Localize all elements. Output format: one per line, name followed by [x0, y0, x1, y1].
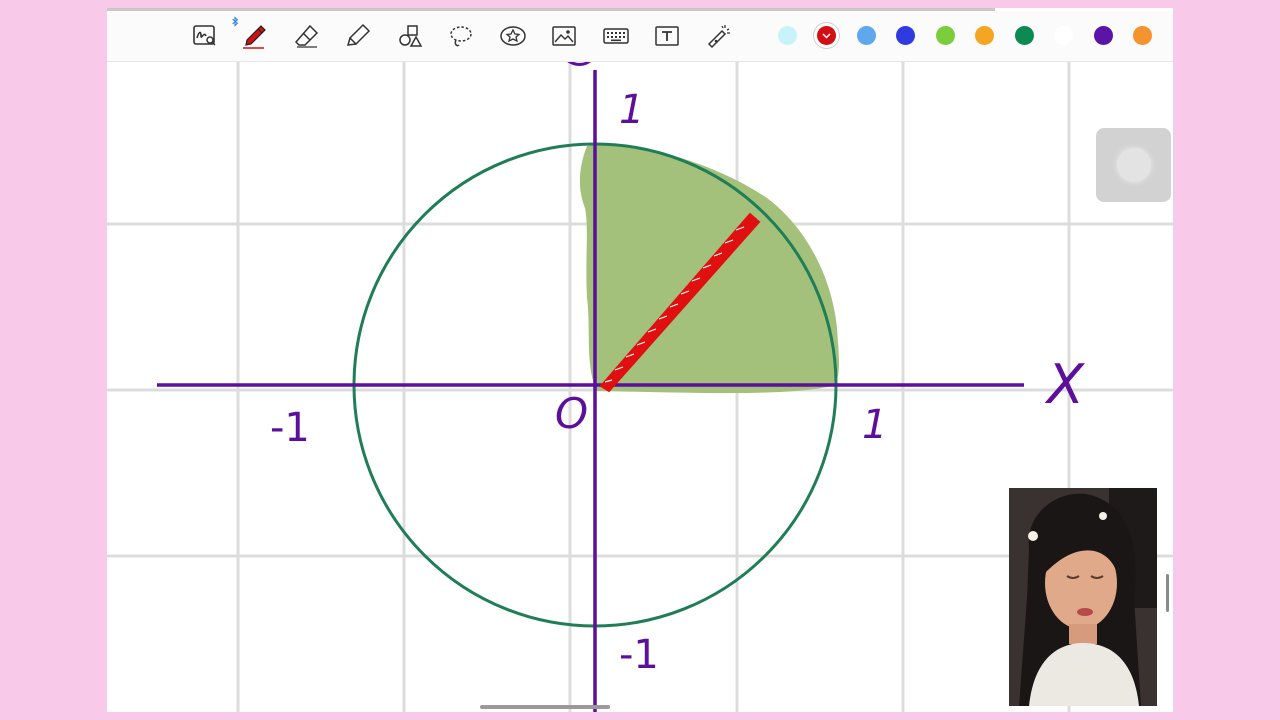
- color-swatch-red[interactable]: [817, 26, 836, 45]
- label-y-bottom: -1: [619, 632, 659, 678]
- eraser-tool-icon: [294, 24, 319, 48]
- drawing-toolbar: [107, 11, 1173, 62]
- home-indicator-bar[interactable]: [480, 705, 610, 709]
- label-x-axis: X: [1044, 353, 1085, 416]
- presenter-portrait-image: [1009, 488, 1157, 706]
- shapes-tool-button[interactable]: [395, 21, 425, 51]
- sticker-tool-button[interactable]: [498, 21, 528, 51]
- floating-button-dot-icon: [1116, 148, 1151, 182]
- highlighter-tool-button[interactable]: [343, 21, 373, 51]
- handwriting-search-tool-button[interactable]: [190, 21, 220, 51]
- vertical-scrollbar-thumb[interactable]: [1166, 574, 1169, 612]
- color-swatch-dark-green[interactable]: [1015, 26, 1034, 45]
- color-swatch-white[interactable]: [1054, 26, 1073, 45]
- note-app: 1 -1 -1 1 O X: [107, 8, 1173, 712]
- chevron-down-icon: [817, 26, 836, 45]
- color-swatch-light-cyan[interactable]: [778, 26, 797, 45]
- label-x-left: -1: [270, 405, 310, 451]
- color-swatch-purple[interactable]: [1094, 26, 1113, 45]
- keyboard-tool-icon: [603, 28, 629, 44]
- pen-tool-icon: [243, 25, 266, 49]
- text-tool-icon: [655, 26, 679, 46]
- color-swatch-blue[interactable]: [896, 26, 915, 45]
- shapes-tool-icon: [399, 25, 423, 47]
- image-tool-icon: [552, 26, 576, 46]
- bluetooth-indicator: [230, 15, 240, 27]
- laser-pointer-tool-icon: [707, 25, 730, 49]
- label-y-top: 1: [619, 87, 644, 133]
- label-origin: O: [555, 389, 588, 438]
- handwriting-search-tool-icon: [193, 25, 216, 46]
- highlighter-tool-icon: [346, 23, 371, 46]
- pen-tool-button[interactable]: [240, 21, 270, 51]
- color-swatch-green[interactable]: [936, 26, 955, 45]
- label-x-right: 1: [862, 402, 887, 448]
- bluetooth-icon: [232, 15, 239, 27]
- floating-tool-button[interactable]: [1096, 128, 1171, 202]
- sticker-tool-icon: [500, 26, 526, 46]
- color-swatch-sky-blue[interactable]: [857, 26, 876, 45]
- presenter-webcam-overlay: [1009, 488, 1157, 706]
- image-tool-button[interactable]: [549, 21, 579, 51]
- color-swatch-light-orange[interactable]: [1133, 26, 1152, 45]
- eraser-tool-button[interactable]: [292, 21, 322, 51]
- color-swatch-orange[interactable]: [975, 26, 994, 45]
- text-tool-button[interactable]: [652, 21, 682, 51]
- lasso-tool-button[interactable]: [446, 21, 476, 51]
- laser-pointer-tool-button[interactable]: [704, 21, 734, 51]
- keyboard-tool-button[interactable]: [601, 21, 631, 51]
- lasso-tool-icon: [450, 26, 472, 47]
